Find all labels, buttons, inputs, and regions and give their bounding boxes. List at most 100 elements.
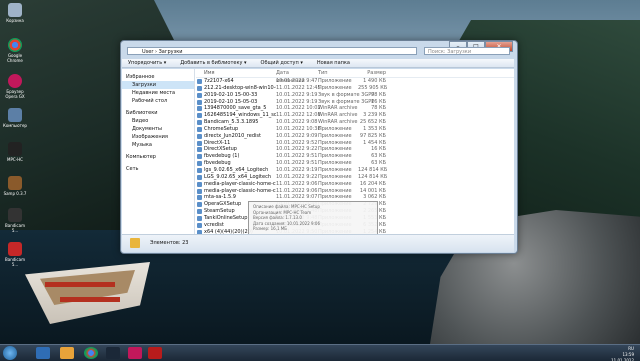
file-icon xyxy=(197,202,202,208)
taskbar-folder-icon[interactable] xyxy=(60,347,74,359)
table-row[interactable]: lgs_9.02.65_x64_Logitech 10.01.2022 9:19 П… xyxy=(196,167,514,174)
table-row[interactable]: DirectX-11 10.01.2022 9:52 Приложение 1 454… xyxy=(196,140,514,147)
table-row[interactable]: fbvedebug 10.01.2022 9:51 Приложение 63 КБ xyxy=(196,160,514,167)
address-bar[interactable]: User › Загрузки xyxy=(127,47,417,55)
table-row[interactable]: fbvedebug (1) 10.01.2022 9:51 Приложение 63… xyxy=(196,153,514,160)
file-date: 10.01.2022 9:51 xyxy=(276,153,318,160)
taskbar-bandicam-icon[interactable] xyxy=(148,347,162,359)
file-type: Звук в формате 3GPP xyxy=(318,91,375,98)
start-button[interactable] xyxy=(3,346,17,360)
file-type: Приложение xyxy=(318,166,352,173)
taskbar-opera-icon[interactable] xyxy=(128,347,142,359)
file-icon xyxy=(197,167,202,173)
table-row[interactable]: 2019-02-10 15-00-33 10.01.2022 9:19 Звук в… xyxy=(196,92,514,99)
recycle-bin-icon xyxy=(8,3,22,17)
table-row[interactable]: 1626485194_windows_11_soundpack_by...11.… xyxy=(196,112,514,119)
table-row[interactable]: DirectXSetup 10.01.2022 9:22 Приложение 16 … xyxy=(196,146,514,153)
file-size: 25 652 КБ xyxy=(359,119,386,126)
share-menu[interactable]: Общий доступ ▾ xyxy=(261,59,303,67)
file-size: 63 КБ xyxy=(371,160,386,167)
desktop-icon-chrome[interactable]: Google Chrome xyxy=(2,38,28,63)
desktop-icon-samp[interactable]: Samp 0.3.7 xyxy=(2,176,28,196)
table-row[interactable]: directx_Jun2010_redist 10.01.2022 9:09 При… xyxy=(196,133,514,140)
table-row[interactable]: 7z2107-x64 10.01.2022 9:47 Приложение 1 490… xyxy=(196,78,514,85)
table-row[interactable]: media-player-classic-home-cinema-1-7... 1… xyxy=(196,188,514,195)
favorites-header[interactable]: Избранное xyxy=(122,73,194,81)
file-type: Приложение xyxy=(318,180,352,187)
file-name-text: 1394870000_save_gta_5 xyxy=(204,105,267,112)
file-date: 10.01.2022 10:38 xyxy=(276,125,321,132)
column-type[interactable]: Тип xyxy=(318,69,358,77)
navigation-pane: Избранное Загрузки Недавние места Рабочи… xyxy=(122,69,195,234)
file-name-text: TankiOnlineSetup xyxy=(204,214,248,221)
file-icon xyxy=(197,188,202,194)
sidebar-item-music[interactable]: Музыка xyxy=(122,141,194,149)
file-type: Приложение xyxy=(318,78,352,84)
file-name-text: fbvedebug (1) xyxy=(204,153,240,160)
sidebar-item-pictures[interactable]: Изображения xyxy=(122,133,194,141)
table-row[interactable]: 1394870000_save_gta_5 10.01.2022 10:02 Win… xyxy=(196,105,514,112)
file-date: 10.01.2022 9:19 xyxy=(276,98,318,105)
folder-icon xyxy=(130,238,140,248)
file-name-text: media-player-classic-home-cinema-1-7... xyxy=(204,187,276,194)
sidebar-item-documents[interactable]: Документы xyxy=(122,125,194,133)
file-icon xyxy=(197,85,202,91)
desktop-icon-mpc-hc[interactable]: MPC-HC xyxy=(2,142,28,162)
sidebar-item-computer[interactable]: Компьютер xyxy=(122,153,194,161)
search-input[interactable]: Поиск: Загрузки xyxy=(424,47,510,55)
file-size: 1 490 КБ xyxy=(363,78,386,84)
file-name-text: 1626485194_windows_11_soundpack_by... xyxy=(204,112,276,119)
sidebar-item-network[interactable]: Сеть xyxy=(122,165,194,173)
table-row[interactable]: ChromeSetup 10.01.2022 10:38 Приложение 1 3… xyxy=(196,126,514,133)
table-row[interactable]: 2019-02-10 15-05-03 10.01.2022 9:19 Звук в… xyxy=(196,99,514,106)
file-name: LGS_9.02.65_x64_Logitech xyxy=(196,174,276,181)
table-row[interactable]: Bandicam_5.3.3.1895 10.01.2022 9:08 WinRAR… xyxy=(196,119,514,126)
libraries-header[interactable]: Библиотеки xyxy=(122,109,194,117)
sidebar-item-desktop[interactable]: Рабочий стол xyxy=(122,97,194,105)
file-name: 2019-02-10 15-00-33 xyxy=(196,92,276,99)
file-icon xyxy=(197,92,202,98)
sidebar-item-downloads[interactable]: Загрузки xyxy=(122,81,194,89)
file-size: 97 825 КБ xyxy=(359,132,386,139)
file-date: 10.01.2022 9:09 xyxy=(276,132,318,139)
file-size: 255 905 КБ xyxy=(358,84,388,91)
file-type: Приложение xyxy=(318,139,352,146)
sidebar-item-video[interactable]: Видео xyxy=(122,117,194,125)
file-type: Приложение xyxy=(318,153,352,160)
file-date: 10.01.2022 9:22 xyxy=(276,146,318,153)
table-row[interactable]: LGS_9.02.65_x64_Logitech 10.01.2022 9:22 П… xyxy=(196,174,514,181)
add-to-library-menu[interactable]: Добавить в библиотеку ▾ xyxy=(180,59,246,67)
file-icon xyxy=(197,209,202,215)
command-bar: Упорядочить ▾ Добавить в библиотеку ▾ Об… xyxy=(122,59,514,68)
file-icon xyxy=(197,161,202,167)
file-size: 14 001 КБ xyxy=(359,187,386,194)
chrome-icon xyxy=(8,38,22,52)
taskbar-chrome-icon[interactable] xyxy=(84,347,98,359)
column-date[interactable]: Дата изменения xyxy=(276,69,318,84)
desktop-icon-opera-gx[interactable]: Браузер Opera GX xyxy=(2,74,28,99)
desktop-icon-bandicam-2[interactable]: Bandicam 5... xyxy=(2,242,28,267)
file-icon xyxy=(197,79,202,84)
table-row[interactable]: 212.21-desktop-win8-win10-64bit...11.01.… xyxy=(196,85,514,92)
desktop-icon-recycle-bin[interactable]: Корзина xyxy=(2,3,28,23)
file-name: 212.21-desktop-win8-win10-64bit... xyxy=(196,85,276,92)
column-name[interactable]: Имя xyxy=(196,69,276,77)
sidebar-item-recent[interactable]: Недавние места xyxy=(122,89,194,97)
file-size: 124 814 КБ xyxy=(358,173,388,180)
language-indicator[interactable]: RU xyxy=(628,346,634,351)
system-tray[interactable]: RU 13:59 11.01.2022 xyxy=(611,346,634,364)
file-size: 16 204 КБ xyxy=(359,180,386,187)
computer-icon xyxy=(8,108,22,122)
file-type: Приложение xyxy=(318,173,352,180)
organize-menu[interactable]: Упорядочить ▾ xyxy=(128,59,166,67)
taskbar-steam-icon[interactable] xyxy=(106,347,120,359)
desktop-icon-computer[interactable]: Компьютер xyxy=(2,108,28,128)
desktop-icon-bandicam[interactable]: Bandicam 5... xyxy=(2,208,28,233)
status-bar: Элементов: 23 xyxy=(122,234,514,252)
new-folder-button[interactable]: Новая папка xyxy=(317,59,350,67)
column-size[interactable]: Размер xyxy=(358,69,386,77)
taskbar-explorer-icon[interactable] xyxy=(36,347,50,359)
file-icon xyxy=(197,120,202,126)
file-name-text: 2019-02-10 15-05-03 xyxy=(204,98,258,105)
table-row[interactable]: media-player-classic-home-cinema-1-7...1… xyxy=(196,181,514,188)
